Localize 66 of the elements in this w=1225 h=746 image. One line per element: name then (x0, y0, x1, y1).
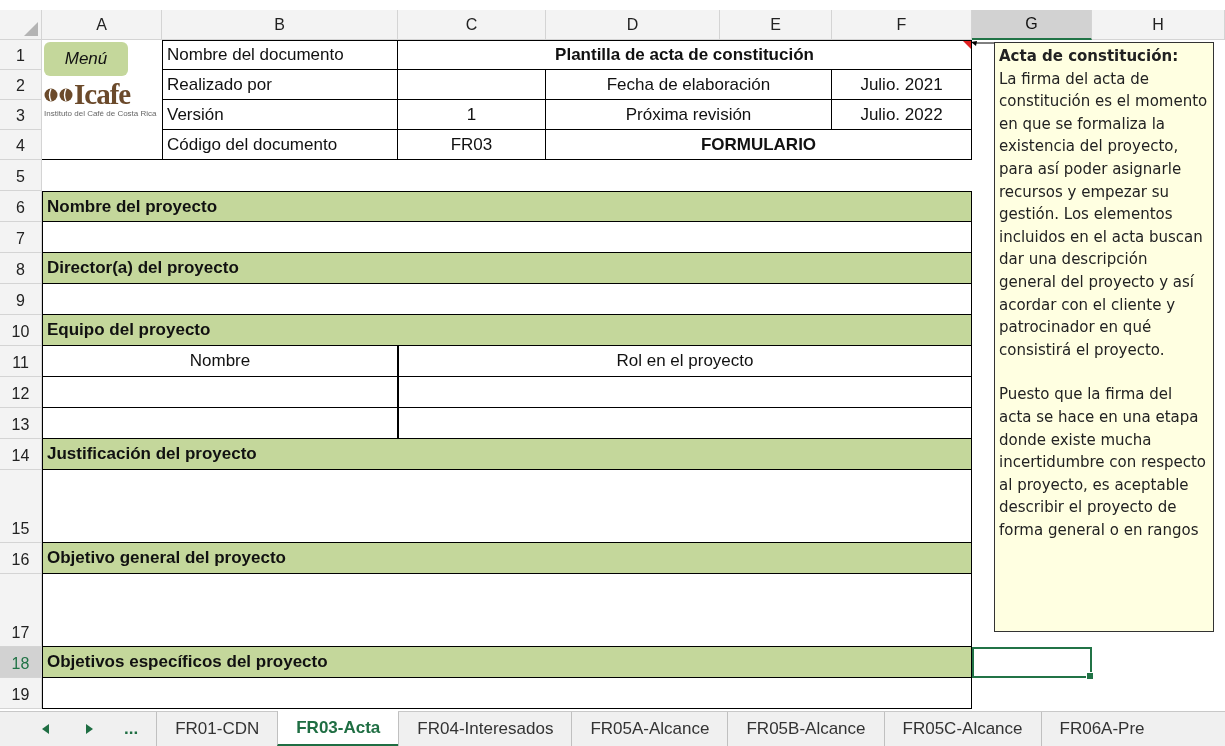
sheet-tab[interactable]: FR06A-Pre (1040, 712, 1163, 746)
row-header[interactable]: 8 (0, 253, 42, 284)
column-header[interactable]: H (1092, 10, 1225, 40)
scroll-left-icon[interactable] (42, 724, 50, 734)
row-header[interactable]: 16 (0, 543, 42, 574)
sheet-tab[interactable]: FR05B-Alcance (727, 712, 884, 746)
row-header[interactable]: 5 (0, 160, 42, 191)
scroll-right-icon[interactable] (86, 724, 94, 734)
logo-subtitle: Instituto del Café de Costa Rica (44, 109, 157, 118)
field-label: Nombre del documento (162, 40, 398, 70)
section-heading: Justificación del proyecto (42, 439, 972, 470)
row-header[interactable]: 1 (0, 40, 42, 70)
row-header[interactable]: 3 (0, 100, 42, 130)
row-header[interactable]: 10 (0, 315, 42, 346)
column-title: Rol en el proyecto (398, 346, 972, 377)
row-header[interactable]: 14 (0, 439, 42, 470)
table-cell: FORMULARIO (546, 130, 972, 160)
field-label: Próxima revisión (546, 100, 832, 130)
row-header[interactable]: 7 (0, 222, 42, 253)
more-sheets-button[interactable]: ... (124, 719, 139, 739)
column-title: Nombre (42, 346, 398, 377)
column-header[interactable]: B (162, 10, 398, 40)
section-heading: Objetivos específicos del proyecto (42, 647, 972, 678)
row-header[interactable]: 17 (0, 574, 42, 647)
sheet-tab[interactable]: FR03-Acta (277, 711, 399, 746)
selected-cell[interactable] (972, 647, 1092, 678)
field-label: Fecha de elaboración (546, 70, 832, 100)
row-header[interactable]: 12 (0, 377, 42, 408)
row-header[interactable]: 19 (0, 678, 42, 709)
table-cell: Julio. 2021 (832, 70, 972, 100)
column-header[interactable]: C (398, 10, 546, 40)
section-heading: Equipo del proyecto (42, 315, 972, 346)
document-title: Plantilla de acta de constitución (398, 40, 972, 70)
comment-title: Acta de constitución: (999, 46, 1180, 67)
row-header[interactable]: 9 (0, 284, 42, 315)
section-heading: Director(a) del proyecto (42, 253, 972, 284)
table-cell: FR03 (398, 130, 546, 160)
comment-text: La firma del acta de constitución es el momento en que se formaliza la existencia del proyecto, para así poder asignarle recursos y empezar su gestión. Los elementos incluidos en el acta buscan dar una descripción general del proyecto y así acordar con el cliente y patrocinador en qué consistirá el proyecto. (999, 68, 1209, 361)
sheet-tab[interactable]: FR04-Interesados (398, 712, 572, 746)
sheet-tab[interactable]: FR05A-Alcance (571, 712, 728, 746)
column-header[interactable]: D (546, 10, 720, 40)
menu-button[interactable]: Menú (44, 42, 128, 76)
table-cell: Julio. 2022 (832, 100, 972, 130)
column-header[interactable]: E (720, 10, 832, 40)
field-label: Versión (162, 100, 398, 130)
section-heading: Nombre del proyecto (42, 191, 972, 222)
empty-cell[interactable] (398, 70, 546, 100)
column-header[interactable]: A (42, 10, 162, 40)
field-label: Código del documento (162, 130, 398, 160)
row-header[interactable]: 18 (0, 647, 42, 678)
column-header[interactable]: F (832, 10, 972, 40)
column-header[interactable]: G (972, 10, 1092, 40)
row-header[interactable]: 4 (0, 130, 42, 160)
field-label: Realizado por (162, 70, 398, 100)
logo-wordmark: Icafe (74, 80, 131, 109)
empty-cell[interactable] (398, 377, 972, 408)
row-header[interactable]: 13 (0, 408, 42, 439)
row-header[interactable]: 11 (0, 346, 42, 377)
sheet-tab[interactable]: FR05C-Alcance (883, 712, 1041, 746)
table-cell: 1 (398, 100, 546, 130)
comment-text: Puesto que la firma del acta se hace en una etapa donde existe mucha incertidumbre con respecto al proyecto, es aceptable describir el proyecto de forma general o en rangos (999, 384, 1207, 541)
row-header[interactable]: 2 (0, 70, 42, 100)
coffee-bean-icon (44, 87, 74, 102)
row-header[interactable]: 6 (0, 191, 42, 222)
row-header[interactable]: 15 (0, 470, 42, 543)
section-heading: Objetivo general del proyecto (42, 543, 972, 574)
